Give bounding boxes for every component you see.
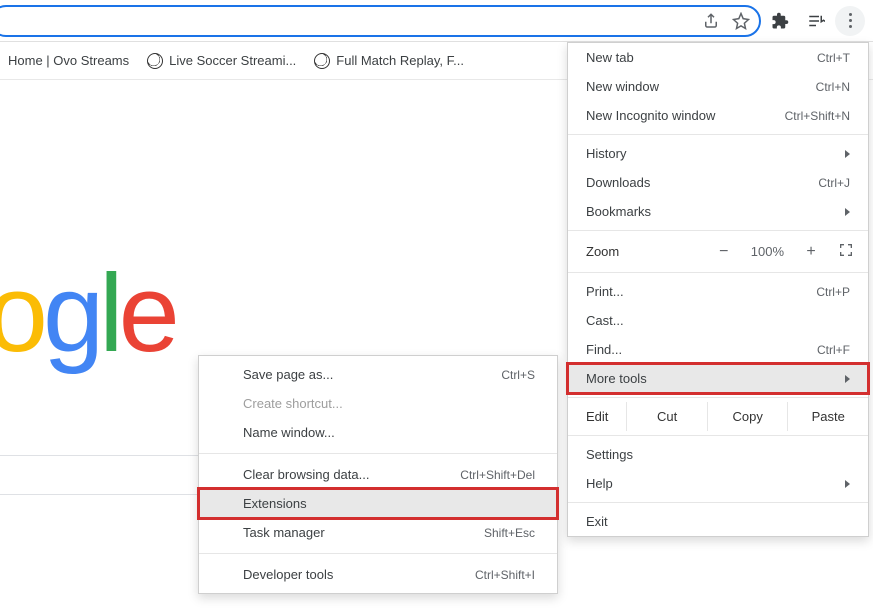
chrome-main-menu: New tab Ctrl+T New window Ctrl+N New Inc… — [567, 42, 869, 537]
menu-shortcut: Ctrl+F — [817, 343, 850, 357]
menu-edit-row: Edit Cut Copy Paste — [568, 402, 868, 431]
edit-paste-button[interactable]: Paste — [787, 402, 868, 431]
menu-shortcut: Ctrl+J — [818, 176, 850, 190]
menu-cast[interactable]: Cast... — [568, 306, 868, 335]
menu-help[interactable]: Help — [568, 469, 868, 498]
menu-exit[interactable]: Exit — [568, 507, 868, 536]
menu-separator — [568, 397, 868, 398]
soccer-icon — [314, 53, 330, 69]
more-tools-submenu: Save page as... Ctrl+S Create shortcut..… — [198, 355, 558, 594]
menu-settings[interactable]: Settings — [568, 440, 868, 469]
menu-label: Cast... — [586, 313, 624, 328]
menu-new-tab[interactable]: New tab Ctrl+T — [568, 43, 868, 72]
submenu-shortcut: Ctrl+Shift+Del — [460, 468, 535, 482]
menu-label: New Incognito window — [586, 108, 715, 123]
menu-new-window[interactable]: New window Ctrl+N — [568, 72, 868, 101]
submenu-separator — [199, 553, 557, 554]
edit-copy-button[interactable]: Copy — [707, 402, 788, 431]
menu-history[interactable]: History — [568, 139, 868, 168]
star-icon[interactable] — [731, 11, 751, 31]
menu-separator — [568, 230, 868, 231]
toolbar-icons — [761, 12, 835, 30]
kebab-menu-button[interactable] — [835, 6, 865, 36]
menu-separator — [568, 134, 868, 135]
reading-list-icon[interactable] — [807, 12, 825, 30]
menu-separator — [568, 502, 868, 503]
menu-label: Help — [586, 476, 613, 491]
menu-print[interactable]: Print... Ctrl+P — [568, 277, 868, 306]
soccer-icon — [147, 53, 163, 69]
zoom-in-button[interactable]: + — [802, 243, 820, 261]
menu-find[interactable]: Find... Ctrl+F — [568, 335, 868, 364]
menu-label: Zoom — [586, 244, 619, 259]
submenu-label: Task manager — [243, 525, 325, 540]
submenu-developer-tools[interactable]: Developer tools Ctrl+Shift+I — [199, 560, 557, 589]
menu-downloads[interactable]: Downloads Ctrl+J — [568, 168, 868, 197]
menu-label: Find... — [586, 342, 622, 357]
menu-label: New window — [586, 79, 659, 94]
menu-shortcut: Ctrl+P — [816, 285, 850, 299]
menu-label: Downloads — [586, 175, 650, 190]
menu-label: Edit — [568, 402, 626, 431]
edit-cut-button[interactable]: Cut — [626, 402, 707, 431]
menu-label: Bookmarks — [586, 204, 651, 219]
zoom-value: 100% — [751, 244, 784, 259]
submenu-label: Extensions — [243, 496, 307, 511]
menu-separator — [568, 435, 868, 436]
submenu-create-shortcut: Create shortcut... — [199, 389, 557, 418]
share-icon[interactable] — [701, 11, 721, 31]
menu-shortcut: Ctrl+N — [816, 80, 850, 94]
omnibox[interactable] — [0, 5, 761, 37]
submenu-shortcut: Ctrl+S — [501, 368, 535, 382]
submenu-shortcut: Shift+Esc — [484, 526, 535, 540]
submenu-label: Name window... — [243, 425, 335, 440]
bookmark-label: Home | Ovo Streams — [8, 53, 129, 68]
google-logo: Google — [0, 250, 175, 377]
menu-separator — [568, 272, 868, 273]
menu-incognito[interactable]: New Incognito window Ctrl+Shift+N — [568, 101, 868, 130]
submenu-label: Create shortcut... — [243, 396, 343, 411]
submenu-shortcut: Ctrl+Shift+I — [475, 568, 535, 582]
zoom-out-button[interactable]: − — [715, 243, 733, 261]
menu-label: History — [586, 146, 626, 161]
bookmark-item[interactable]: Home | Ovo Streams — [8, 53, 129, 68]
menu-more-tools[interactable]: More tools — [568, 364, 868, 393]
submenu-label: Developer tools — [243, 567, 333, 582]
address-bar — [0, 0, 873, 42]
menu-zoom: Zoom − 100% + — [568, 235, 868, 268]
submenu-clear-browsing-data[interactable]: Clear browsing data... Ctrl+Shift+Del — [199, 460, 557, 489]
submenu-extensions[interactable]: Extensions — [199, 489, 557, 518]
bookmark-label: Full Match Replay, F... — [336, 53, 464, 68]
bookmark-item[interactable]: Full Match Replay, F... — [314, 53, 464, 69]
extensions-icon[interactable] — [771, 12, 789, 30]
submenu-separator — [199, 453, 557, 454]
menu-label: Print... — [586, 284, 624, 299]
menu-label: Settings — [586, 447, 633, 462]
fullscreen-icon[interactable] — [838, 242, 854, 261]
submenu-label: Save page as... — [243, 367, 333, 382]
menu-bookmarks[interactable]: Bookmarks — [568, 197, 868, 226]
submenu-task-manager[interactable]: Task manager Shift+Esc — [199, 518, 557, 547]
menu-shortcut: Ctrl+Shift+N — [785, 109, 850, 123]
menu-label: Exit — [586, 514, 608, 529]
submenu-label: Clear browsing data... — [243, 467, 369, 482]
bookmark-label: Live Soccer Streami... — [169, 53, 296, 68]
menu-shortcut: Ctrl+T — [817, 51, 850, 65]
menu-label: More tools — [586, 371, 647, 386]
submenu-save-page-as[interactable]: Save page as... Ctrl+S — [199, 360, 557, 389]
submenu-name-window[interactable]: Name window... — [199, 418, 557, 447]
bookmark-item[interactable]: Live Soccer Streami... — [147, 53, 296, 69]
menu-label: New tab — [586, 50, 634, 65]
search-field-edge[interactable] — [0, 455, 200, 495]
